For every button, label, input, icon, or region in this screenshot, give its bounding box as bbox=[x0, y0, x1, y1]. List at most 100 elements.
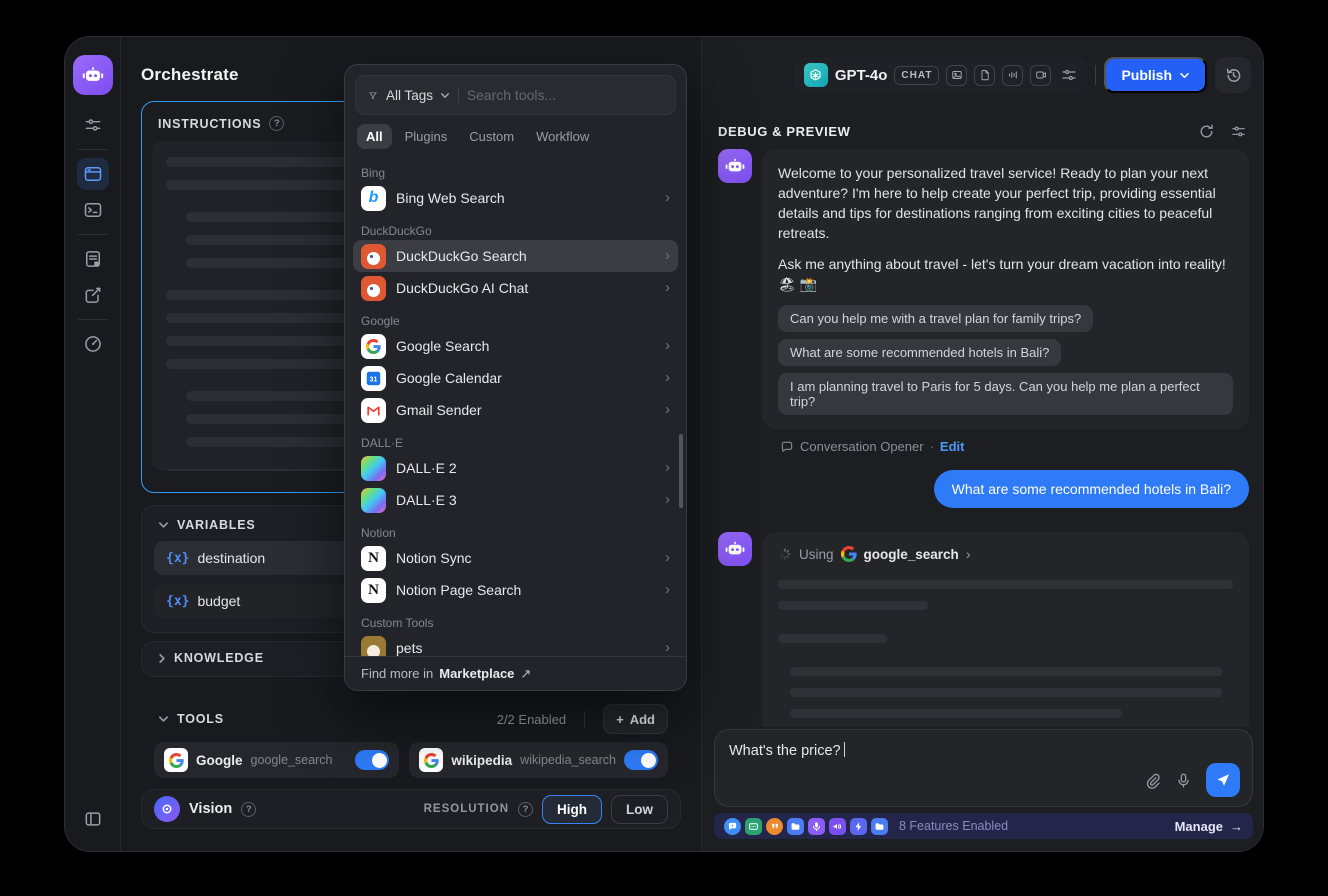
suggestion-chip[interactable]: I am planning travel to Paris for 5 days… bbox=[778, 373, 1233, 415]
agent-settings-icon[interactable] bbox=[77, 109, 109, 141]
tools-header[interactable]: TOOLS bbox=[154, 712, 228, 726]
popover-search-bar: All Tags bbox=[355, 75, 676, 115]
tool-item-dalle-3[interactable]: DALL·E 3 bbox=[353, 484, 678, 516]
text-cursor bbox=[844, 742, 846, 757]
message-input-value[interactable]: What's the price? bbox=[729, 743, 841, 759]
vision-section: Vision ? RESOLUTION ? High Low bbox=[141, 789, 681, 829]
nav-builder-icon[interactable] bbox=[77, 158, 109, 190]
tool-item-notion-sync[interactable]: N Notion Sync bbox=[353, 542, 678, 574]
suggestion-chip[interactable]: Can you help me with a travel plan for f… bbox=[778, 305, 1093, 332]
model-selector[interactable]: GPT-4o CHAT bbox=[795, 57, 1088, 93]
feature-tts-icon[interactable] bbox=[829, 818, 846, 835]
all-tags-dropdown[interactable]: All Tags bbox=[386, 88, 450, 103]
feature-voice-icon[interactable] bbox=[808, 818, 825, 835]
video-capability-icon bbox=[1030, 65, 1051, 86]
tool-toggle-google[interactable] bbox=[355, 750, 389, 770]
notion-icon: N bbox=[361, 578, 386, 603]
feature-chat-bolt-icon[interactable] bbox=[850, 818, 867, 835]
filter-icon bbox=[368, 88, 378, 103]
dalle-icon bbox=[361, 456, 386, 481]
app-window: Orchestrate INSTRUCTIONS ? bbox=[64, 36, 1264, 852]
variable-name: destination bbox=[197, 550, 265, 566]
tool-item-dalle-2[interactable]: DALL·E 2 bbox=[353, 452, 678, 484]
pets-icon bbox=[361, 636, 386, 658]
nav-terminal-icon[interactable] bbox=[77, 194, 109, 226]
app-logo-robot-icon[interactable] bbox=[73, 55, 113, 95]
page-title: Orchestrate bbox=[141, 65, 239, 85]
feature-quote-icon[interactable] bbox=[766, 818, 783, 835]
user-message: What are some recommended hotels in Bali… bbox=[718, 470, 1249, 508]
features-bar[interactable]: 8 Features Enabled Manage → bbox=[714, 813, 1253, 839]
manage-label: Manage bbox=[1175, 819, 1223, 834]
help-icon[interactable]: ? bbox=[241, 802, 256, 817]
popover-scrollbar[interactable] bbox=[679, 434, 683, 508]
tool-card-google[interactable]: Google google_search bbox=[154, 742, 399, 778]
edit-opener-link[interactable]: Edit bbox=[940, 439, 965, 454]
nav-logs-icon[interactable] bbox=[77, 243, 109, 275]
nav-compose-icon[interactable] bbox=[77, 279, 109, 311]
tool-item-gmail-sender[interactable]: Gmail Sender bbox=[353, 394, 678, 426]
chat-area[interactable]: Welcome to your personalized travel serv… bbox=[702, 149, 1264, 727]
divider bbox=[1095, 65, 1096, 85]
send-button[interactable] bbox=[1206, 763, 1240, 797]
add-tool-label: Add bbox=[630, 712, 655, 727]
audio-capability-icon bbox=[1002, 65, 1023, 86]
tool-item-duckduckgo-search[interactable]: DuckDuckGo Search bbox=[353, 240, 678, 272]
voice-input-icon[interactable] bbox=[1175, 772, 1192, 789]
using-label: Using bbox=[799, 547, 834, 562]
tab-custom[interactable]: Custom bbox=[460, 124, 523, 149]
suggestion-chip[interactable]: What are some recommended hotels in Bali… bbox=[778, 339, 1061, 366]
feature-chat-icon[interactable] bbox=[724, 818, 741, 835]
chevron-right-icon bbox=[665, 369, 670, 387]
feature-folder-icon[interactable] bbox=[787, 818, 804, 835]
feature-captions-icon[interactable] bbox=[745, 818, 762, 835]
chevron-down-icon bbox=[440, 92, 450, 99]
tool-item-label: Gmail Sender bbox=[396, 402, 655, 418]
search-tools-input[interactable] bbox=[467, 87, 663, 103]
tool-item-google-search[interactable]: Google Search bbox=[353, 330, 678, 362]
marketplace-link[interactable]: Marketplace bbox=[439, 666, 514, 681]
document-capability-icon bbox=[974, 65, 995, 86]
publish-button[interactable]: Publish bbox=[1104, 57, 1207, 93]
debug-preview-title: DEBUG & PREVIEW bbox=[718, 124, 851, 139]
variable-token-icon: {x} bbox=[166, 551, 189, 566]
tool-item-pets[interactable]: pets bbox=[353, 632, 678, 657]
preview-settings-icon[interactable] bbox=[1230, 123, 1247, 140]
collapse-sidebar-icon[interactable] bbox=[77, 803, 109, 835]
feature-folder-icon[interactable] bbox=[871, 818, 888, 835]
version-history-button[interactable] bbox=[1215, 57, 1251, 93]
tool-card-wikipedia[interactable]: wikipedia wikipedia_search bbox=[409, 742, 668, 778]
tool-item-duckduckgo-ai-chat[interactable]: DuckDuckGo AI Chat bbox=[353, 272, 678, 304]
resolution-label: RESOLUTION bbox=[424, 803, 509, 815]
group-label-notion: Notion bbox=[353, 516, 678, 542]
resolution-high-button[interactable]: High bbox=[542, 795, 602, 824]
resolution-low-button[interactable]: Low bbox=[611, 795, 668, 824]
tool-item-bing-web-search[interactable]: b Bing Web Search bbox=[353, 182, 678, 214]
model-settings-icon[interactable] bbox=[1060, 66, 1078, 84]
tool-toggle-wikipedia[interactable] bbox=[624, 750, 658, 770]
add-tool-button[interactable]: + Add bbox=[603, 704, 668, 734]
chevron-right-icon bbox=[665, 337, 670, 355]
chevron-down-icon bbox=[1179, 72, 1190, 79]
tab-plugins[interactable]: Plugins bbox=[396, 124, 457, 149]
chat-mode-badge: CHAT bbox=[894, 66, 939, 85]
tool-item-google-calendar[interactable]: Google Calendar bbox=[353, 362, 678, 394]
nav-dashboard-icon[interactable] bbox=[77, 328, 109, 360]
tool-item-label: DuckDuckGo AI Chat bbox=[396, 280, 655, 296]
message-input[interactable]: What's the price? bbox=[714, 729, 1253, 807]
attach-file-icon[interactable] bbox=[1144, 772, 1161, 789]
marketplace-footer[interactable]: Find more in Marketplace ↗ bbox=[345, 656, 686, 690]
tools-title: TOOLS bbox=[177, 712, 224, 726]
manage-features-button[interactable]: Manage → bbox=[1175, 819, 1243, 834]
tab-all[interactable]: All bbox=[357, 124, 392, 149]
google-icon bbox=[841, 546, 857, 562]
chat-bubble-icon bbox=[780, 440, 794, 454]
reset-chat-icon[interactable] bbox=[1198, 123, 1215, 140]
tool-item-notion-page-search[interactable]: N Notion Page Search bbox=[353, 574, 678, 606]
tab-workflow[interactable]: Workflow bbox=[527, 124, 598, 149]
tool-call-row[interactable]: Using google_search › bbox=[778, 546, 1233, 562]
separator-dot: · bbox=[930, 439, 934, 454]
help-icon[interactable]: ? bbox=[269, 116, 284, 131]
variable-name: budget bbox=[197, 593, 240, 609]
help-icon[interactable]: ? bbox=[518, 802, 533, 817]
